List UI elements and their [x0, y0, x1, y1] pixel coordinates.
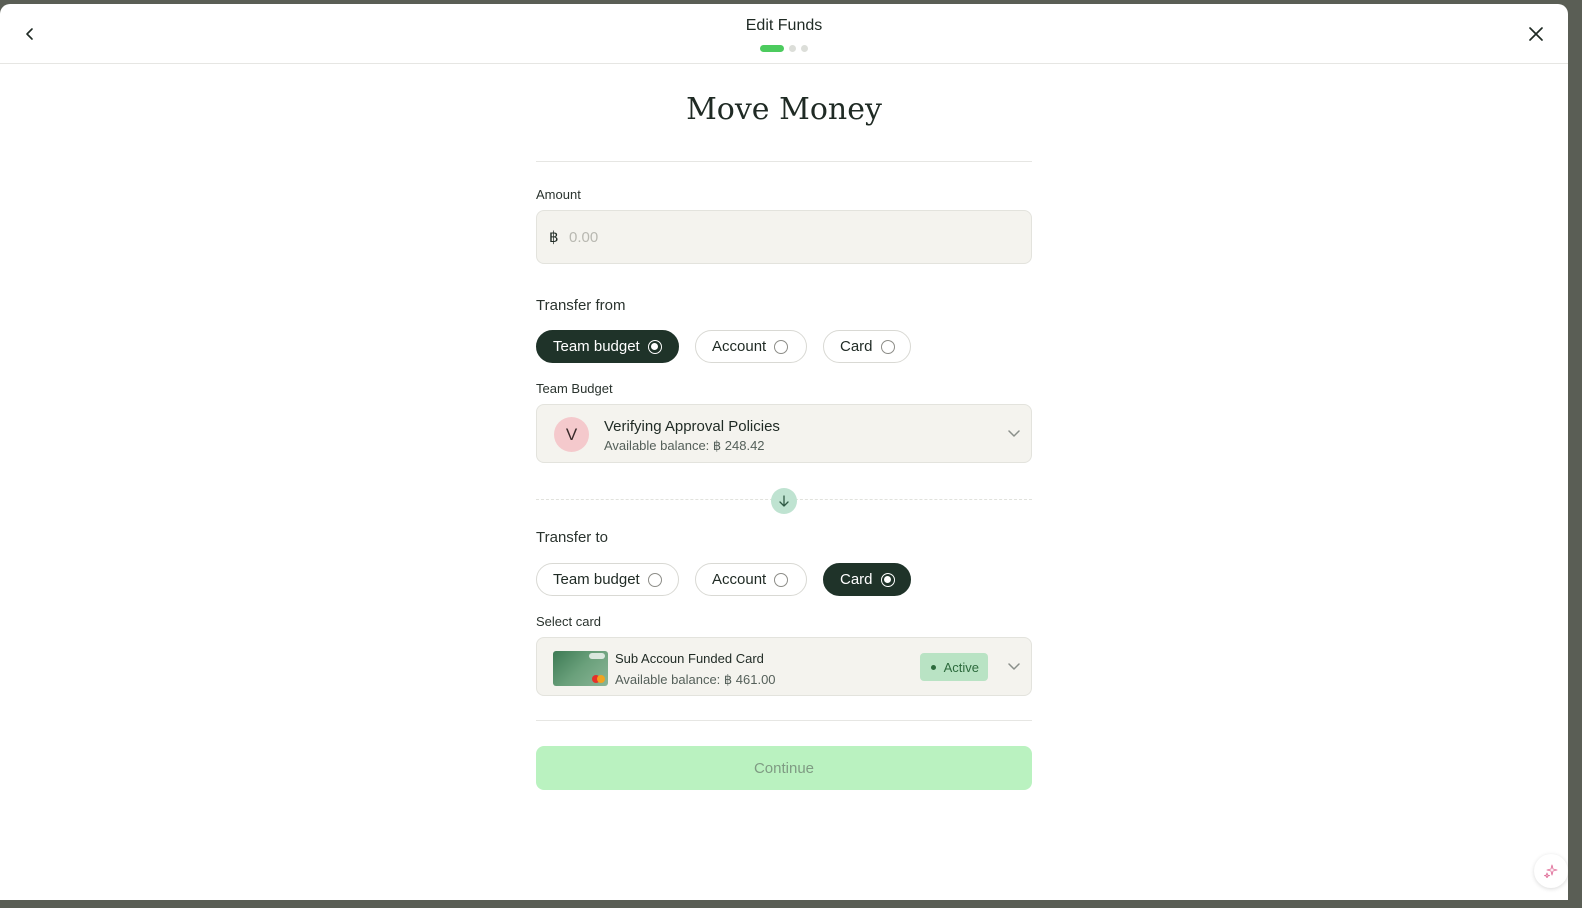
- bottom-divider: [536, 720, 1032, 721]
- from-option-account[interactable]: Account: [695, 330, 807, 363]
- to-option-card[interactable]: Card: [823, 563, 911, 596]
- step-dot-3: [801, 45, 808, 52]
- modal-title: Edit Funds: [745, 17, 823, 34]
- team-budget-select[interactable]: V Verifying Approval Policies Available …: [536, 404, 1032, 463]
- card-balance: Available balance: ฿ 461.00: [615, 672, 776, 687]
- pill-label: Team budget: [553, 338, 640, 355]
- team-budget-balance: Available balance: ฿ 248.42: [604, 438, 765, 453]
- radio-empty-icon: [774, 572, 789, 587]
- chevron-down-icon: [1008, 663, 1020, 670]
- status-dot-icon: [930, 664, 936, 670]
- radio-selected-icon: [647, 339, 662, 354]
- avatar: V: [554, 417, 589, 452]
- pill-label: Team budget: [553, 571, 640, 588]
- team-budget-label: Team Budget: [536, 381, 613, 396]
- step-dot-1: [760, 45, 784, 52]
- from-option-team-budget[interactable]: Team budget: [536, 330, 679, 363]
- to-option-team-budget[interactable]: Team budget: [536, 563, 679, 596]
- to-option-account[interactable]: Account: [695, 563, 807, 596]
- status-label: Active: [943, 659, 979, 675]
- card-image: [553, 651, 608, 686]
- currency-symbol: ฿: [549, 229, 559, 246]
- radio-empty-icon: [647, 572, 662, 587]
- close-button[interactable]: [1524, 22, 1548, 46]
- pill-label: Card: [840, 571, 873, 588]
- transfer-from-label: Transfer from: [536, 297, 626, 314]
- amount-input[interactable]: [567, 227, 1011, 247]
- status-badge: Active: [919, 653, 988, 681]
- radio-empty-icon: [774, 339, 789, 354]
- select-card-label: Select card: [536, 614, 602, 629]
- transfer-from-options: Team budget Account Card: [536, 330, 911, 363]
- page-title: Move Money: [686, 92, 882, 127]
- chevron-down-icon: [1008, 430, 1020, 437]
- from-option-card[interactable]: Card: [823, 330, 911, 363]
- card-name: Sub Accoun Funded Card: [615, 651, 764, 666]
- amount-label: Amount: [536, 187, 581, 202]
- sparkle-icon: [1544, 864, 1558, 878]
- transfer-to-label: Transfer to: [536, 529, 608, 546]
- step-dot-2: [789, 45, 796, 52]
- team-budget-name: Verifying Approval Policies: [604, 418, 780, 435]
- assistant-button[interactable]: [1534, 854, 1568, 888]
- card-select[interactable]: Sub Accoun Funded Card Available balance…: [536, 637, 1032, 696]
- step-indicator: [760, 45, 808, 52]
- continue-button[interactable]: Continue: [536, 746, 1032, 790]
- transfer-to-options: Team budget Account Card: [536, 563, 911, 596]
- amount-field[interactable]: ฿: [536, 210, 1032, 264]
- top-divider: [536, 161, 1032, 162]
- edit-funds-modal: Edit Funds Move Money Amount ฿ Transfer …: [0, 4, 1568, 900]
- modal-header: Edit Funds: [0, 4, 1568, 64]
- radio-selected-icon: [880, 572, 895, 587]
- pill-label: Account: [712, 571, 767, 588]
- pill-label: Card: [840, 338, 873, 355]
- close-icon: [1529, 27, 1543, 41]
- arrow-down-icon: [771, 488, 797, 514]
- pill-label: Account: [712, 338, 767, 355]
- radio-empty-icon: [880, 339, 895, 354]
